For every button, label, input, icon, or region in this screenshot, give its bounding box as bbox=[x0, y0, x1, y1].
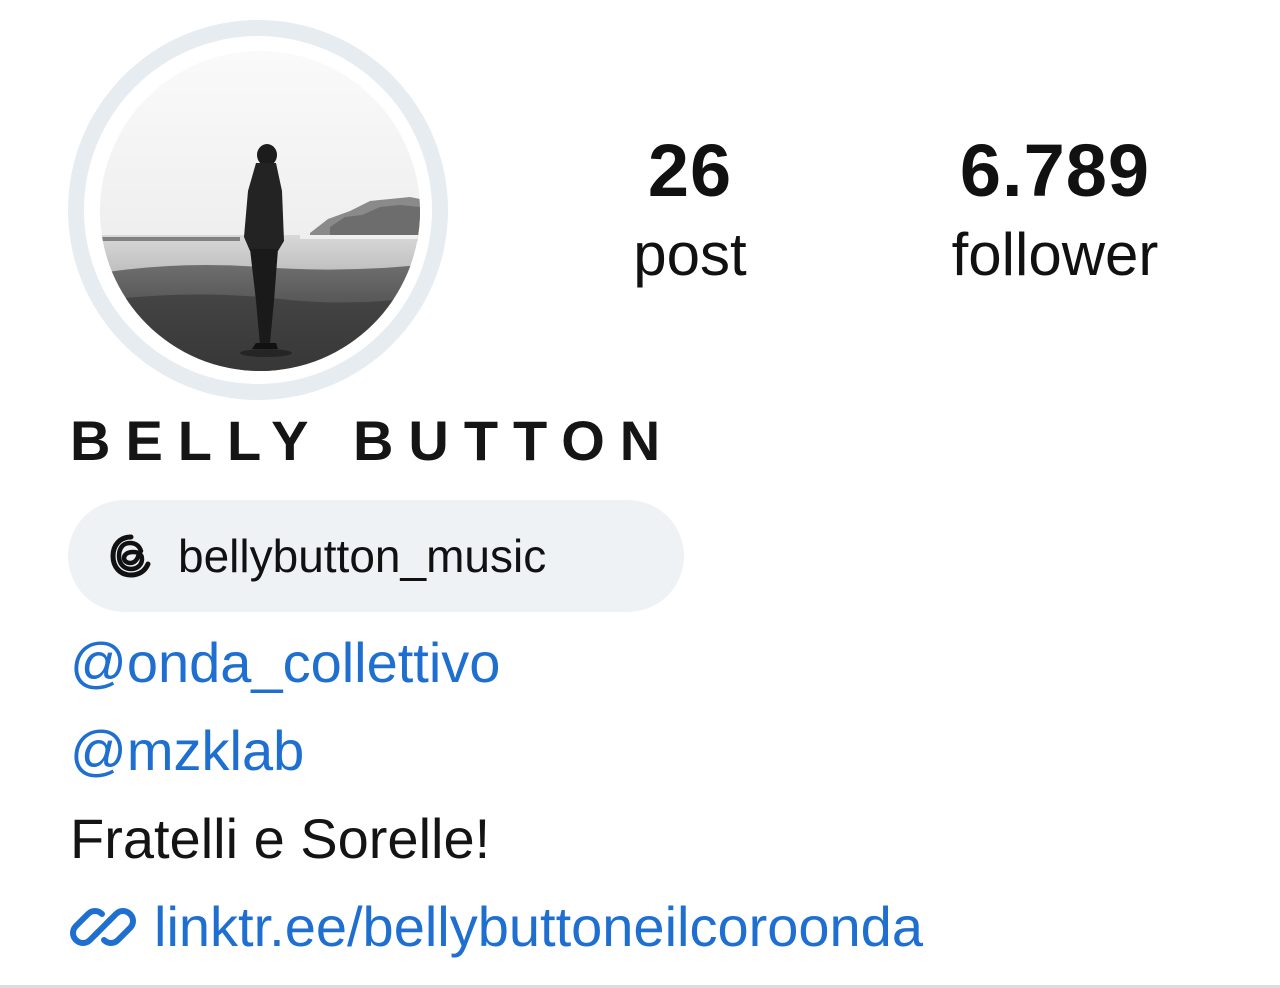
threads-icon bbox=[108, 533, 154, 579]
threads-handle: bellybutton_music bbox=[178, 530, 547, 582]
bio-mention-onda-collettivo[interactable]: @onda_collettivo bbox=[70, 630, 500, 696]
avatar[interactable] bbox=[100, 51, 420, 371]
followers-count: 6.789 bbox=[959, 129, 1151, 212]
followers-label: follower bbox=[951, 221, 1159, 288]
profile-display-name: BELLY BUTTON bbox=[70, 409, 676, 472]
threads-link-button[interactable]: bellybutton_music bbox=[68, 500, 684, 612]
profile-external-link[interactable]: linktr.ee/bellybuttoneilcoroonda bbox=[70, 894, 923, 960]
profile-photo bbox=[100, 51, 420, 371]
posts-count: 26 bbox=[647, 129, 733, 212]
bio-mention-mzklab[interactable]: @mzklab bbox=[70, 718, 304, 784]
followers-stat[interactable]: 6.789 follower bbox=[920, 130, 1190, 292]
link-icon bbox=[70, 894, 136, 960]
link-url: linktr.ee/bellybuttoneilcoroonda bbox=[154, 895, 923, 958]
posts-label: post bbox=[633, 221, 747, 288]
bio-text: Fratelli e Sorelle! bbox=[70, 807, 491, 870]
posts-stat[interactable]: 26 post bbox=[600, 130, 780, 292]
